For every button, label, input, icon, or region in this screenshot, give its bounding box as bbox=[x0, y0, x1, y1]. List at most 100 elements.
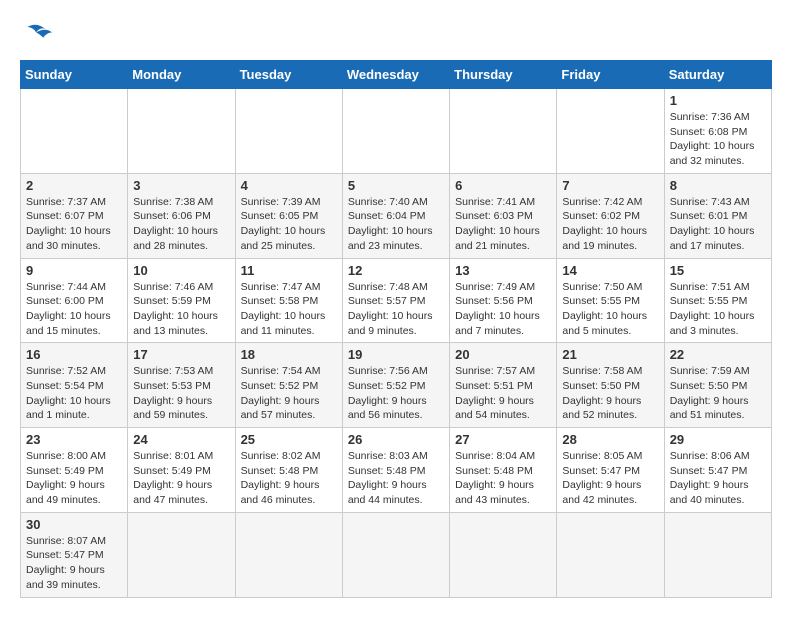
day-info: Sunrise: 7:56 AM Sunset: 5:52 PM Dayligh… bbox=[348, 364, 444, 423]
calendar-cell: 27Sunrise: 8:04 AM Sunset: 5:48 PM Dayli… bbox=[450, 428, 557, 513]
calendar-cell bbox=[128, 512, 235, 597]
day-number: 10 bbox=[133, 263, 229, 278]
day-info: Sunrise: 8:05 AM Sunset: 5:47 PM Dayligh… bbox=[562, 449, 658, 508]
day-info: Sunrise: 7:38 AM Sunset: 6:06 PM Dayligh… bbox=[133, 195, 229, 254]
day-info: Sunrise: 8:06 AM Sunset: 5:47 PM Dayligh… bbox=[670, 449, 766, 508]
day-number: 24 bbox=[133, 432, 229, 447]
day-info: Sunrise: 7:59 AM Sunset: 5:50 PM Dayligh… bbox=[670, 364, 766, 423]
calendar-cell bbox=[557, 89, 664, 174]
day-info: Sunrise: 7:48 AM Sunset: 5:57 PM Dayligh… bbox=[348, 280, 444, 339]
calendar-cell: 17 Sunrise: 7:53 AM Sunset: 5:53 PM Dayli… bbox=[128, 343, 235, 428]
calendar-cell bbox=[235, 512, 342, 597]
calendar-cell: 22 Sunrise: 7:59 AM Sunset: 5:50 PM Dayli… bbox=[664, 343, 771, 428]
day-number: 28 bbox=[562, 432, 658, 447]
calendar-table: SundayMondayTuesdayWednesdayThursdayFrid… bbox=[20, 60, 772, 598]
calendar-cell: 12 Sunrise: 7:48 AM Sunset: 5:57 PM Dayli… bbox=[342, 258, 449, 343]
calendar-header-row: SundayMondayTuesdayWednesdayThursdayFrid… bbox=[21, 61, 772, 89]
day-number: 17 bbox=[133, 347, 229, 362]
calendar-cell: 7 Sunrise: 7:42 AM Sunset: 6:02 PM Daylig… bbox=[557, 173, 664, 258]
calendar-cell bbox=[21, 89, 128, 174]
day-info: Sunrise: 7:41 AM Sunset: 6:03 PM Dayligh… bbox=[455, 195, 551, 254]
calendar-cell: 18 Sunrise: 7:54 AM Sunset: 5:52 PM Dayli… bbox=[235, 343, 342, 428]
calendar-header-tuesday: Tuesday bbox=[235, 61, 342, 89]
day-number: 25 bbox=[241, 432, 337, 447]
calendar-cell: 11 Sunrise: 7:47 AM Sunset: 5:58 PM Dayli… bbox=[235, 258, 342, 343]
calendar-cell: 14Sunrise: 7:50 AM Sunset: 5:55 PM Dayli… bbox=[557, 258, 664, 343]
calendar-header-wednesday: Wednesday bbox=[342, 61, 449, 89]
calendar-cell: 4 Sunrise: 7:39 AM Sunset: 6:05 PM Daylig… bbox=[235, 173, 342, 258]
day-number: 26 bbox=[348, 432, 444, 447]
calendar-cell: 21Sunrise: 7:58 AM Sunset: 5:50 PM Dayli… bbox=[557, 343, 664, 428]
calendar-week-row: 2 Sunrise: 7:37 AM Sunset: 6:07 PM Daylig… bbox=[21, 173, 772, 258]
calendar-week-row: 30 Sunrise: 8:07 AM Sunset: 5:47 PM Dayli… bbox=[21, 512, 772, 597]
day-info: Sunrise: 7:39 AM Sunset: 6:05 PM Dayligh… bbox=[241, 195, 337, 254]
calendar-cell: 13 Sunrise: 7:49 AM Sunset: 5:56 PM Dayli… bbox=[450, 258, 557, 343]
day-info: Sunrise: 7:52 AM Sunset: 5:54 PM Dayligh… bbox=[26, 364, 122, 423]
day-number: 6 bbox=[455, 178, 551, 193]
calendar-header-sunday: Sunday bbox=[21, 61, 128, 89]
logo bbox=[20, 20, 62, 50]
calendar-cell: 8Sunrise: 7:43 AM Sunset: 6:01 PM Daylig… bbox=[664, 173, 771, 258]
calendar-cell: 9Sunrise: 7:44 AM Sunset: 6:00 PM Daylig… bbox=[21, 258, 128, 343]
calendar-week-row: 9Sunrise: 7:44 AM Sunset: 6:00 PM Daylig… bbox=[21, 258, 772, 343]
calendar-cell: 15Sunrise: 7:51 AM Sunset: 5:55 PM Dayli… bbox=[664, 258, 771, 343]
day-number: 11 bbox=[241, 263, 337, 278]
day-info: Sunrise: 7:47 AM Sunset: 5:58 PM Dayligh… bbox=[241, 280, 337, 339]
calendar-cell: 5 Sunrise: 7:40 AM Sunset: 6:04 PM Daylig… bbox=[342, 173, 449, 258]
day-info: Sunrise: 7:50 AM Sunset: 5:55 PM Dayligh… bbox=[562, 280, 658, 339]
calendar-cell: 23 Sunrise: 8:00 AM Sunset: 5:49 PM Dayli… bbox=[21, 428, 128, 513]
day-info: Sunrise: 7:37 AM Sunset: 6:07 PM Dayligh… bbox=[26, 195, 122, 254]
day-info: Sunrise: 7:46 AM Sunset: 5:59 PM Dayligh… bbox=[133, 280, 229, 339]
calendar-cell: 19Sunrise: 7:56 AM Sunset: 5:52 PM Dayli… bbox=[342, 343, 449, 428]
calendar-cell bbox=[450, 512, 557, 597]
day-number: 8 bbox=[670, 178, 766, 193]
day-number: 30 bbox=[26, 517, 122, 532]
calendar-cell bbox=[664, 512, 771, 597]
calendar-cell bbox=[128, 89, 235, 174]
day-info: Sunrise: 7:54 AM Sunset: 5:52 PM Dayligh… bbox=[241, 364, 337, 423]
day-number: 20 bbox=[455, 347, 551, 362]
calendar-cell: 16 Sunrise: 7:52 AM Sunset: 5:54 PM Dayli… bbox=[21, 343, 128, 428]
calendar-header-friday: Friday bbox=[557, 61, 664, 89]
calendar-cell: 28 Sunrise: 8:05 AM Sunset: 5:47 PM Dayli… bbox=[557, 428, 664, 513]
day-number: 22 bbox=[670, 347, 766, 362]
day-number: 13 bbox=[455, 263, 551, 278]
day-number: 23 bbox=[26, 432, 122, 447]
calendar-cell: 3 Sunrise: 7:38 AM Sunset: 6:06 PM Daylig… bbox=[128, 173, 235, 258]
calendar-cell bbox=[342, 512, 449, 597]
day-number: 5 bbox=[348, 178, 444, 193]
calendar-cell: 2 Sunrise: 7:37 AM Sunset: 6:07 PM Daylig… bbox=[21, 173, 128, 258]
day-number: 7 bbox=[562, 178, 658, 193]
day-info: Sunrise: 7:36 AM Sunset: 6:08 PM Dayligh… bbox=[670, 110, 766, 169]
day-number: 12 bbox=[348, 263, 444, 278]
day-number: 3 bbox=[133, 178, 229, 193]
day-info: Sunrise: 8:03 AM Sunset: 5:48 PM Dayligh… bbox=[348, 449, 444, 508]
day-info: Sunrise: 7:49 AM Sunset: 5:56 PM Dayligh… bbox=[455, 280, 551, 339]
calendar-cell: 20 Sunrise: 7:57 AM Sunset: 5:51 PM Dayli… bbox=[450, 343, 557, 428]
day-number: 16 bbox=[26, 347, 122, 362]
day-info: Sunrise: 7:44 AM Sunset: 6:00 PM Dayligh… bbox=[26, 280, 122, 339]
day-info: Sunrise: 7:53 AM Sunset: 5:53 PM Dayligh… bbox=[133, 364, 229, 423]
day-info: Sunrise: 8:07 AM Sunset: 5:47 PM Dayligh… bbox=[26, 534, 122, 593]
calendar-cell: 26 Sunrise: 8:03 AM Sunset: 5:48 PM Dayli… bbox=[342, 428, 449, 513]
calendar-cell bbox=[342, 89, 449, 174]
day-info: Sunrise: 8:00 AM Sunset: 5:49 PM Dayligh… bbox=[26, 449, 122, 508]
day-info: Sunrise: 7:42 AM Sunset: 6:02 PM Dayligh… bbox=[562, 195, 658, 254]
day-info: Sunrise: 8:02 AM Sunset: 5:48 PM Dayligh… bbox=[241, 449, 337, 508]
page-header bbox=[20, 20, 772, 50]
day-number: 2 bbox=[26, 178, 122, 193]
day-info: Sunrise: 7:57 AM Sunset: 5:51 PM Dayligh… bbox=[455, 364, 551, 423]
calendar-header-monday: Monday bbox=[128, 61, 235, 89]
calendar-header-thursday: Thursday bbox=[450, 61, 557, 89]
day-number: 4 bbox=[241, 178, 337, 193]
calendar-cell: 10 Sunrise: 7:46 AM Sunset: 5:59 PM Dayli… bbox=[128, 258, 235, 343]
day-number: 1 bbox=[670, 93, 766, 108]
day-number: 18 bbox=[241, 347, 337, 362]
calendar-cell: 6 Sunrise: 7:41 AM Sunset: 6:03 PM Daylig… bbox=[450, 173, 557, 258]
calendar-cell: 29Sunrise: 8:06 AM Sunset: 5:47 PM Dayli… bbox=[664, 428, 771, 513]
day-info: Sunrise: 7:40 AM Sunset: 6:04 PM Dayligh… bbox=[348, 195, 444, 254]
calendar-cell: 30 Sunrise: 8:07 AM Sunset: 5:47 PM Dayli… bbox=[21, 512, 128, 597]
day-number: 15 bbox=[670, 263, 766, 278]
calendar-cell: 25 Sunrise: 8:02 AM Sunset: 5:48 PM Dayli… bbox=[235, 428, 342, 513]
calendar-cell bbox=[450, 89, 557, 174]
